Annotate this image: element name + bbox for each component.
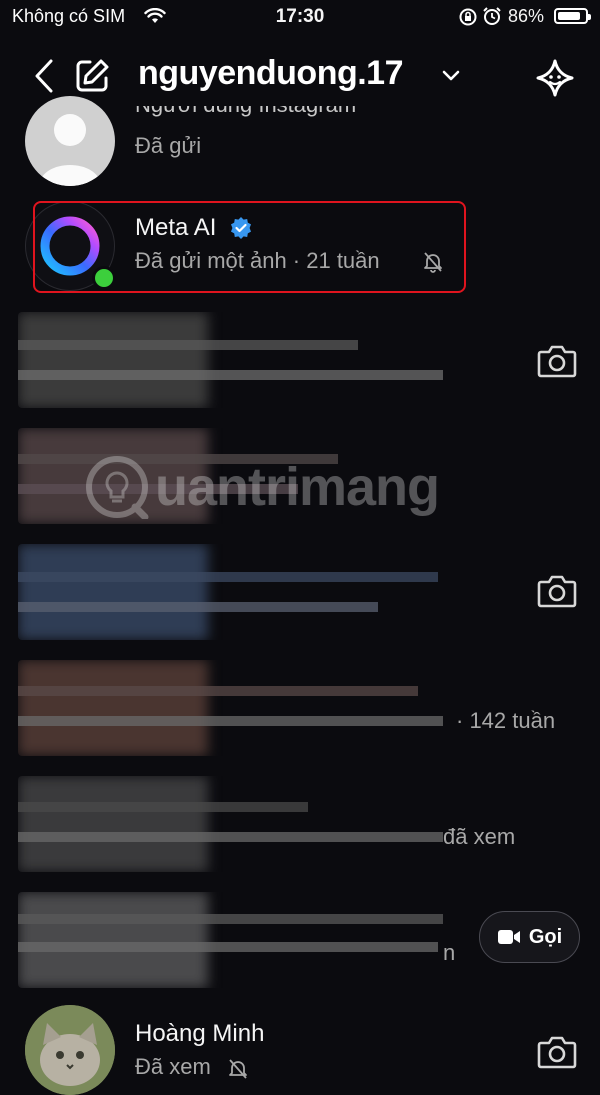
default-user-icon	[39, 114, 101, 186]
camera-icon[interactable]	[537, 1034, 577, 1070]
list-item[interactable]: Người dùng Instagram Đã gửi	[0, 96, 600, 190]
account-switcher[interactable]: nguyenduong.17	[138, 54, 404, 93]
ai-button[interactable]	[533, 56, 577, 100]
muted-bell-icon	[229, 1059, 247, 1079]
battery-icon	[554, 8, 591, 24]
message-status: Đã gửi	[135, 133, 202, 158]
contact-name: Hoàng Minh	[135, 1020, 265, 1047]
message-status: n	[443, 940, 456, 965]
message-time: · 142 tuần	[456, 708, 556, 733]
avatar	[25, 1005, 115, 1095]
camera-icon[interactable]	[537, 573, 577, 609]
back-button[interactable]	[28, 56, 60, 96]
chevron-down-icon[interactable]	[442, 70, 460, 82]
alarm-icon	[483, 7, 501, 25]
video-call-icon	[497, 930, 520, 944]
battery-percent: 86%	[507, 6, 544, 26]
blurred-list-item[interactable]	[18, 776, 448, 872]
blurred-list-item[interactable]	[18, 892, 448, 988]
message-status: Đã xem	[135, 1054, 211, 1079]
camera-icon[interactable]	[537, 343, 577, 379]
call-button-label: Gọi	[528, 925, 563, 948]
blurred-list-item[interactable]	[18, 312, 448, 408]
cat-photo-icon	[25, 1005, 115, 1095]
ai-sparkle-icon	[536, 59, 574, 97]
compose-button[interactable]	[72, 56, 112, 96]
message-status: đã xem	[443, 824, 516, 849]
watermark: uantrimang	[85, 455, 440, 519]
watermark-text: uantrimang	[155, 457, 440, 517]
avatar	[25, 96, 115, 186]
lightbulb-icon	[86, 456, 149, 519]
status-bar: Không có SIM 17:30 86%	[0, 0, 600, 34]
back-icon	[35, 59, 53, 93]
blurred-list-item[interactable]	[18, 660, 448, 756]
highlight-box	[33, 201, 466, 293]
compose-icon	[76, 59, 109, 92]
call-button[interactable]: Gọi	[479, 911, 580, 963]
rotation-lock-icon	[459, 8, 477, 26]
list-item-hoang-minh[interactable]: Hoàng Minh Đã xem	[0, 1002, 600, 1095]
blurred-list-item[interactable]	[18, 544, 448, 640]
